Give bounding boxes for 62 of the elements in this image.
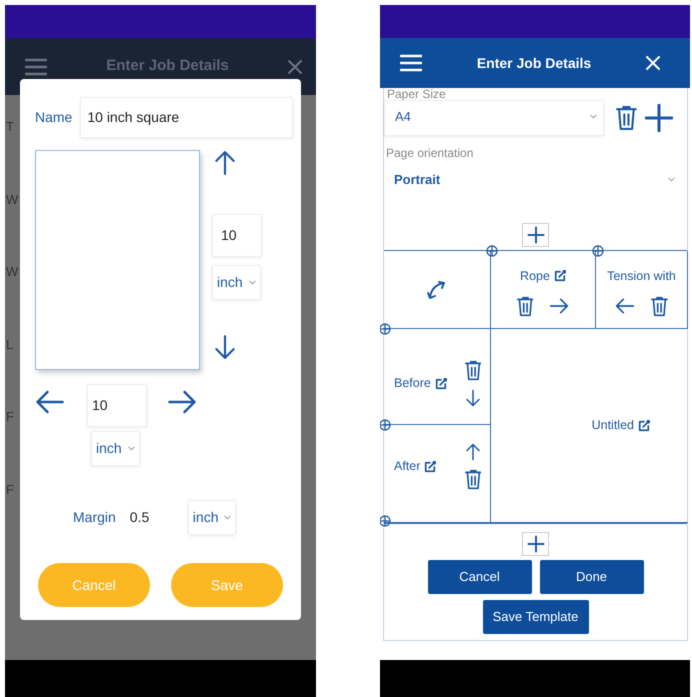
trash-icon[interactable] [464,360,482,381]
save-template-button[interactable]: Save Template [482,600,588,634]
menu-icon[interactable] [25,58,47,76]
arrow-down-icon[interactable] [212,334,238,360]
cell-title[interactable]: Rope [520,267,566,286]
edit-icon[interactable] [554,270,566,282]
plus-icon[interactable] [644,104,673,132]
arrow-up-icon[interactable] [464,443,482,461]
field-label: F [6,408,15,426]
cell-title[interactable]: Tension with [607,267,676,286]
arrow-left-icon[interactable] [615,296,636,316]
name-label: Name [35,108,72,127]
add-divider-icon[interactable] [380,323,391,335]
add-button[interactable] [522,532,549,556]
plus-icon [526,535,544,553]
paper-size-select[interactable]: A4 [384,100,604,136]
cell-title[interactable]: After [394,457,464,476]
chevron-down-icon [128,446,135,451]
trash-icon[interactable] [651,296,668,317]
arrow-down-icon[interactable] [464,389,482,407]
margin-field[interactable]: 0.5 [128,501,188,534]
field-label: F [6,480,15,498]
arrow-up-icon[interactable] [212,150,238,176]
chevron-down-icon [248,280,256,285]
cell-title[interactable]: Untitled [592,416,650,435]
add-divider-icon[interactable] [486,245,498,257]
unit-select[interactable]: inch [212,265,261,300]
height-field[interactable]: 10 [212,214,262,257]
field-label: Paper Size [386,88,447,100]
edit-icon[interactable] [424,460,436,472]
add-divider-icon[interactable] [380,515,391,527]
name-field[interactable]: 10 inch square [80,97,293,138]
add-divider-icon[interactable] [592,245,604,257]
field-label: W [6,263,19,281]
chevron-down-icon [590,114,597,120]
margin-label: Margin [73,508,116,527]
chevron-down-icon [668,176,675,182]
field-label: T [6,118,15,136]
done-button[interactable]: Done [540,560,644,594]
plus-icon [526,226,544,244]
width-field[interactable]: 10 [87,384,147,427]
window-title: Enter Job Details [106,56,229,76]
cancel-button[interactable]: Cancel [428,560,532,594]
field-label: Page orientation [385,144,474,162]
add-divider-icon[interactable] [380,419,391,431]
trash-icon[interactable] [616,104,637,131]
add-button[interactable] [522,223,549,247]
orientation-select[interactable]: Portrait [384,162,683,197]
arrow-right-icon[interactable] [549,296,570,316]
chevron-down-icon [224,515,232,520]
cell-title[interactable]: Before [394,374,464,393]
curved-arrow-icon[interactable] [426,278,448,300]
window-title: Enter Job Details [476,54,592,72]
close-icon[interactable] [288,60,302,74]
trash-icon[interactable] [464,469,482,490]
unit-select[interactable]: inch [91,431,140,466]
field-label: L [6,336,14,354]
unit-select[interactable]: inch [188,500,236,535]
field-label: W [6,190,19,208]
edit-icon[interactable] [638,420,650,432]
trash-icon[interactable] [516,296,534,317]
edit-icon[interactable] [434,378,447,390]
